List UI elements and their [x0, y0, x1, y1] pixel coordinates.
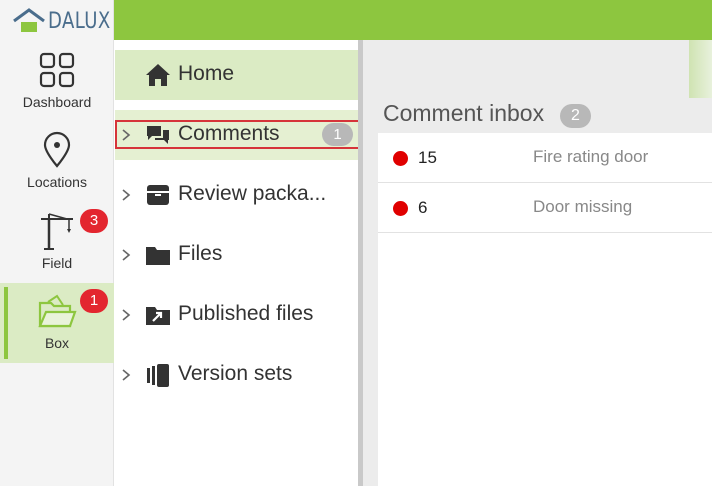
home-icon — [146, 64, 170, 86]
status-dot — [393, 201, 408, 216]
nav-item-review-packages[interactable]: Review packa... — [115, 170, 358, 220]
comments-icon — [147, 126, 169, 144]
comment-description: Fire rating door — [533, 147, 649, 166]
nav-item-home[interactable]: Home — [115, 50, 358, 100]
rail-item-field[interactable]: Field 3 — [0, 209, 114, 291]
version-sets-icon — [147, 364, 169, 387]
nav-item-published-files[interactable]: Published files — [115, 290, 358, 340]
folder-icon — [146, 247, 170, 265]
box-archive-icon — [147, 185, 169, 205]
rail-item-box[interactable]: Box 1 — [0, 283, 114, 363]
nav-label-review-packages: Review packa... — [178, 182, 327, 205]
field-badge: 3 — [80, 209, 108, 233]
comment-list: 15 Fire rating door 6 Door missing — [378, 133, 712, 486]
crane-icon — [41, 213, 73, 250]
rail-label-dashboard: Dashboard — [22, 94, 92, 110]
rail-item-locations[interactable]: Locations — [0, 130, 114, 210]
folder-open-icon — [38, 294, 77, 328]
nav-label-published-files: Published files — [178, 302, 314, 325]
rail-label-locations: Locations — [27, 174, 87, 190]
dalux-logo[interactable]: DALUX — [12, 6, 124, 36]
nav-item-version-sets[interactable]: Version sets — [115, 350, 358, 400]
inbox-count-badge: 2 — [560, 104, 591, 128]
comment-number: 15 — [418, 148, 437, 167]
rail-label-field: Field — [41, 255, 73, 271]
chevron-right-icon[interactable] — [120, 365, 132, 385]
nav-label-home: Home — [178, 62, 235, 85]
chevron-right-icon[interactable] — [120, 245, 132, 265]
nav-label-files: Files — [178, 242, 223, 265]
nav-item-files[interactable]: Files — [115, 230, 358, 280]
rail-item-dashboard[interactable]: Dashboard — [0, 50, 114, 130]
box-badge: 1 — [80, 289, 108, 313]
map-pin-icon — [43, 131, 71, 168]
top-bar — [114, 0, 712, 40]
comment-inbox-title: Comment inbox — [383, 100, 545, 126]
comment-row[interactable]: 6 Door missing — [378, 183, 712, 233]
app-rail: DALUX Dashboard Locations Field 3 Box 1 — [0, 0, 114, 486]
comment-description: Door missing — [533, 197, 633, 216]
navigation-tree: Home Comments 1 Review packa... Files Pu… — [115, 40, 360, 486]
comments-count-badge: 1 — [322, 123, 353, 146]
chevron-right-icon[interactable] — [120, 305, 132, 325]
rail-label-box: Box — [44, 335, 70, 351]
published-icon — [146, 307, 170, 325]
chevron-right-icon[interactable] — [120, 185, 132, 205]
comment-number: 6 — [418, 198, 428, 217]
chevron-right-icon[interactable] — [120, 125, 132, 145]
nav-item-comments[interactable]: Comments 1 — [115, 110, 360, 160]
comment-row[interactable]: 15 Fire rating door — [378, 133, 712, 183]
logo-text: DALUX — [48, 8, 111, 34]
status-dot — [393, 151, 408, 166]
header-gradient — [689, 40, 712, 98]
nav-label-version-sets: Version sets — [178, 362, 293, 385]
grid-icon — [39, 52, 75, 88]
nav-label-comments: Comments — [178, 122, 280, 145]
house-logo-icon — [13, 8, 45, 32]
